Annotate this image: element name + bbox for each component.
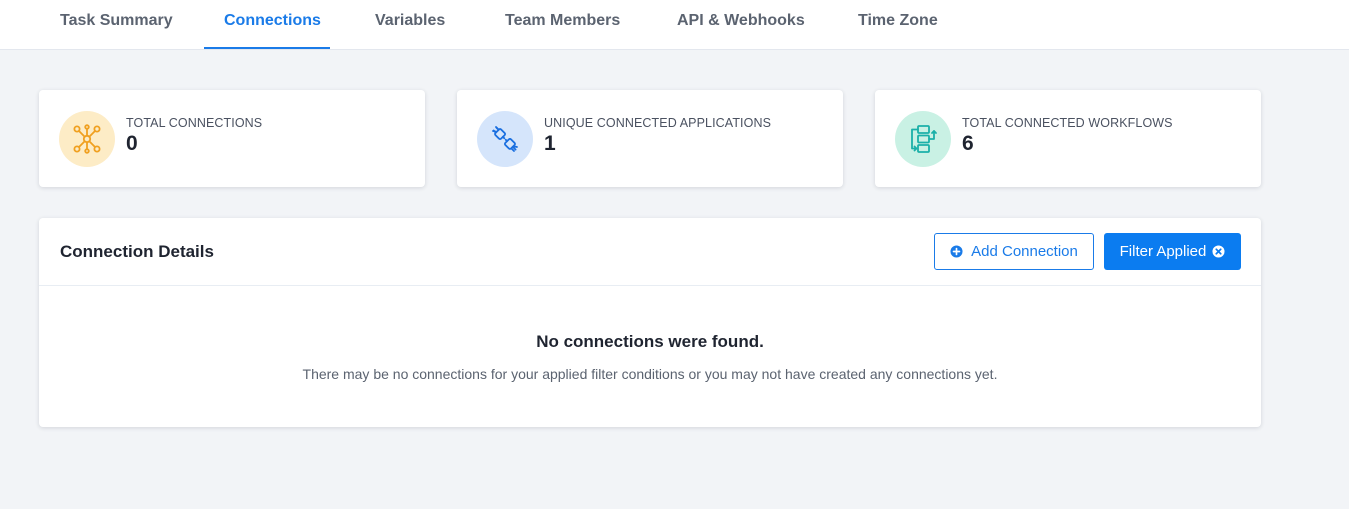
connection-details-panel: Connection Details Add Connection Filter… <box>39 218 1261 427</box>
stat-value: 6 <box>962 132 974 155</box>
tab-variables[interactable]: Variables <box>375 0 445 50</box>
connection-details-title: Connection Details <box>60 242 214 261</box>
filter-applied-label: Filter Applied <box>1119 243 1207 260</box>
empty-state-description: There may be no connections for your app… <box>302 366 998 382</box>
stat-label: TOTAL CONNECTED WORKFLOWS <box>962 116 1173 130</box>
empty-state-title: No connections were found. <box>536 332 764 351</box>
add-connection-label: Add Connection <box>971 243 1078 260</box>
clear-filter-icon[interactable] <box>1212 245 1225 258</box>
stat-value: 1 <box>544 132 556 155</box>
stat-value: 0 <box>126 132 138 155</box>
stat-label: TOTAL CONNECTIONS <box>126 116 263 130</box>
active-tab-indicator <box>204 47 330 49</box>
stat-card-total-connections: TOTAL CONNECTIONS 0 <box>39 90 425 187</box>
tab-time-zone[interactable]: Time Zone <box>858 0 938 50</box>
plug-connection-icon <box>477 111 533 167</box>
stat-card-connected-workflows: TOTAL CONNECTED WORKFLOWS 6 <box>875 90 1261 187</box>
add-connection-button[interactable]: Add Connection <box>934 233 1094 270</box>
tab-connections[interactable]: Connections <box>224 0 321 50</box>
tab-api-webhooks[interactable]: API & Webhooks <box>677 0 805 50</box>
workflow-icon <box>895 111 951 167</box>
stat-card-unique-applications: UNIQUE CONNECTED APPLICATIONS 1 <box>457 90 843 187</box>
tab-team-members[interactable]: Team Members <box>505 0 620 50</box>
plus-circle-icon <box>950 245 963 258</box>
top-tab-bar: Task Summary Connections Variables Team … <box>0 0 1349 50</box>
filter-applied-button[interactable]: Filter Applied <box>1104 233 1241 270</box>
network-hub-icon <box>59 111 115 167</box>
tab-task-summary[interactable]: Task Summary <box>60 0 173 50</box>
stat-label: UNIQUE CONNECTED APPLICATIONS <box>544 116 772 130</box>
connection-details-header: Connection Details Add Connection Filter… <box>39 218 1261 286</box>
